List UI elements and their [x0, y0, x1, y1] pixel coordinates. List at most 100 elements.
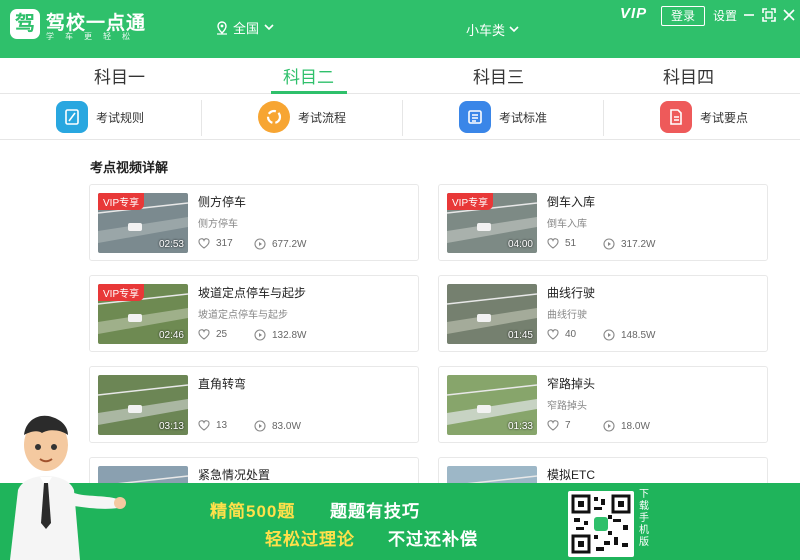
standard-icon [459, 101, 491, 133]
video-subtitle: 侧方停车 [198, 219, 238, 230]
like-count-value: 13 [216, 420, 228, 431]
keypoint-icon [660, 101, 692, 133]
feature-label: 考试标准 [499, 110, 548, 125]
flow-icon [258, 101, 290, 133]
video-duration: 03:13 [158, 421, 184, 432]
vip-badge: VIP专享 [98, 284, 145, 301]
download-app-label: 下载手机版 [639, 489, 649, 548]
video-thumbnail[interactable]: VIP专享 04:00 [447, 193, 537, 253]
location-label: 全国 [233, 21, 260, 36]
mascot-illustration [10, 415, 126, 560]
play-count-value: 132.8W [272, 329, 307, 341]
like-count-value: 25 [216, 329, 228, 340]
feature-exam-rules[interactable]: 考试规则 [56, 94, 144, 140]
video-title: 曲线行驶 [547, 286, 596, 300]
tab-subject-4[interactable]: 科目四 [663, 63, 714, 88]
tab-subject-2[interactable]: 科目二 [283, 63, 334, 88]
minimize-icon[interactable] [741, 7, 757, 23]
play-count-value: 148.5W [621, 329, 656, 341]
fullscreen-icon[interactable] [761, 7, 777, 23]
tab-subject-3[interactable]: 科目三 [473, 63, 524, 88]
video-duration: 01:45 [507, 330, 533, 341]
feature-exam-flow[interactable]: 考试流程 [258, 94, 346, 140]
vip-badge: VIP专享 [447, 193, 494, 210]
vip-button[interactable]: VIP [620, 5, 647, 22]
heart-icon [547, 238, 559, 249]
video-title: 模拟ETC [547, 468, 596, 482]
video-card[interactable]: 01:33 窄路掉头 窄路掉头 7 18.0W [438, 366, 768, 443]
video-card[interactable]: 01:45 曲线行驶 曲线行驶 40 148.5W [438, 275, 768, 352]
heart-icon [198, 238, 210, 249]
play-icon [254, 238, 266, 250]
banner-text-3: 轻松过理论 [265, 530, 355, 549]
location-selector[interactable]: 全国 [216, 18, 274, 37]
like-count[interactable]: 40 [547, 329, 576, 340]
close-icon[interactable] [781, 7, 797, 23]
feature-label: 考试要点 [700, 110, 749, 125]
play-count: 148.5W [603, 329, 655, 341]
play-count-value: 677.2W [272, 238, 307, 250]
subject-tabs: 科目一 科目二 科目三 科目四 [0, 58, 800, 94]
play-count: 18.0W [603, 420, 650, 432]
heart-icon [198, 420, 210, 431]
video-thumbnail[interactable]: 01:33 [447, 375, 537, 435]
video-title: 坡道定点停车与起步 [198, 286, 307, 300]
video-thumbnail[interactable]: 01:45 [447, 284, 537, 344]
like-count-value: 40 [565, 329, 577, 340]
play-count-value: 317.2W [621, 238, 656, 250]
video-title: 直角转弯 [198, 377, 247, 391]
section-title: 考点视频详解 [90, 160, 169, 175]
login-button[interactable]: 登录 [661, 6, 705, 26]
play-count: 132.8W [254, 329, 306, 341]
location-pin-icon [217, 20, 227, 35]
vip-badge: VIP专享 [98, 193, 145, 210]
video-subtitle: 坡道定点停车与起步 [198, 310, 288, 321]
heart-icon [198, 329, 210, 340]
feature-exam-standard[interactable]: 考试标准 [459, 94, 547, 140]
video-card[interactable]: VIP专享 02:46 坡道定点停车与起步 坡道定点停车与起步 25 132.8W [89, 275, 419, 352]
banner-text-4: 不过还补偿 [388, 530, 478, 549]
like-count-value: 317 [216, 238, 233, 249]
divider [603, 100, 604, 136]
feature-bar: 考试规则 考试流程 考试标准 考试要点 [0, 94, 800, 140]
feature-label: 考试流程 [298, 110, 347, 125]
video-card[interactable]: 03:13 直角转弯 13 83.0W [89, 366, 419, 443]
heart-icon [547, 329, 559, 340]
like-count[interactable]: 13 [198, 420, 227, 431]
like-count[interactable]: 25 [198, 329, 227, 340]
video-subtitle: 窄路掉头 [547, 401, 587, 412]
car-type-selector[interactable]: 小车类 [466, 20, 519, 39]
play-count-value: 18.0W [621, 420, 650, 432]
divider [402, 100, 403, 136]
rule-icon [56, 101, 88, 133]
app-slogan: 学车更轻松 [46, 32, 141, 41]
tab-subject-1[interactable]: 科目一 [94, 63, 145, 88]
like-count-value: 51 [565, 238, 577, 249]
feature-exam-keypoints[interactable]: 考试要点 [660, 94, 748, 140]
video-thumbnail[interactable]: VIP专享 02:46 [98, 284, 188, 344]
like-count[interactable]: 51 [547, 238, 576, 249]
title-bar: 驾 驾校一点通 学车更轻松 全国 小车类 VIP 登录 设置 [0, 0, 800, 58]
divider [201, 100, 202, 136]
like-count[interactable]: 7 [547, 420, 571, 431]
video-duration: 01:33 [507, 421, 533, 432]
like-count[interactable]: 317 [198, 238, 233, 249]
play-count: 677.2W [254, 238, 306, 250]
video-title: 倒车入库 [547, 195, 596, 209]
play-icon [254, 329, 266, 341]
banner-text-1: 精简500题 [210, 502, 296, 521]
video-card[interactable]: VIP专享 04:00 倒车入库 倒车入库 51 317.2W [438, 184, 768, 261]
chevron-down-icon [509, 26, 519, 33]
qr-code-icon [568, 491, 634, 557]
play-icon [603, 238, 615, 250]
play-count-value: 83.0W [272, 420, 301, 432]
video-title: 侧方停车 [198, 195, 247, 209]
play-icon [254, 420, 266, 432]
video-thumbnail[interactable]: VIP专享 02:53 [98, 193, 188, 253]
video-subtitle: 倒车入库 [547, 219, 587, 230]
video-card[interactable]: VIP专享 02:53 侧方停车 侧方停车 317 677.2W [89, 184, 419, 261]
settings-button[interactable]: 设置 [713, 7, 737, 24]
video-duration: 02:53 [158, 239, 184, 250]
like-count-value: 7 [565, 420, 571, 431]
heart-icon [547, 420, 559, 431]
